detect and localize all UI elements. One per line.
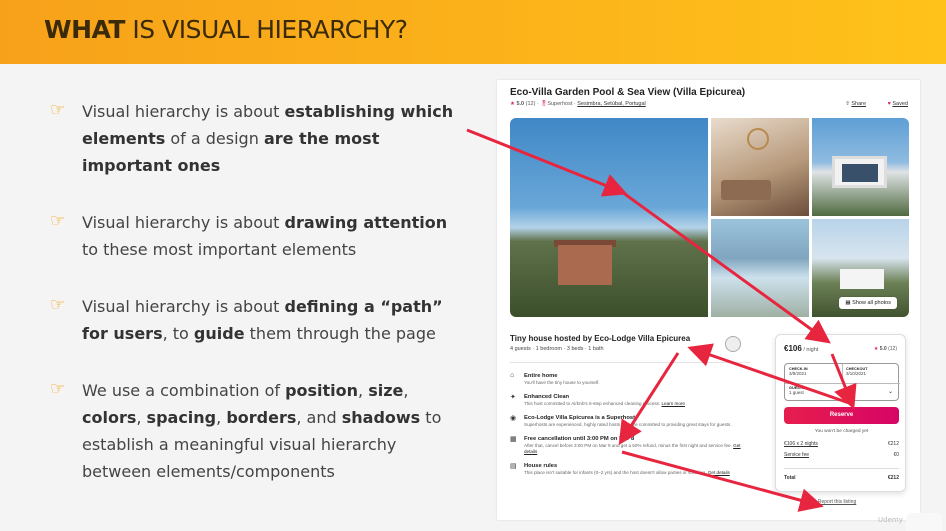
feature-item: ◉ Eco-Lodge Villa Epicurea is a Superhos… bbox=[510, 415, 732, 427]
bullet-text: Visual hierarchy is about defining a “pa… bbox=[82, 297, 443, 343]
booking-rating: ★ 5.0 (12) bbox=[873, 346, 897, 352]
calendar-icon: ▦ bbox=[510, 436, 517, 443]
listing-title: Eco-Villa Garden Pool & Sea View (Villa … bbox=[510, 87, 746, 98]
mirror-shape bbox=[747, 128, 769, 150]
show-all-photos-button[interactable]: ▦ Show all photos bbox=[839, 297, 897, 309]
feature-item: ⌂ Entire home You'll have the tiny house… bbox=[510, 372, 600, 385]
report-listing-link[interactable]: ⚑ Report this listing bbox=[812, 499, 856, 505]
title-banner: WHAT IS VISUAL HIERARCHY? bbox=[0, 0, 946, 64]
guests-field[interactable]: GUESTS 1 guest bbox=[789, 386, 805, 395]
bullet-text: Visual hierarchy is about drawing attent… bbox=[82, 213, 448, 259]
get-details-link[interactable]: Get details bbox=[708, 470, 730, 475]
house-shape bbox=[558, 245, 612, 285]
booking-card: €106 / night ★ 5.0 (12) CHECK-IN 3/8/2021… bbox=[775, 334, 906, 492]
feature-list: ⌂ Entire home You'll have the tiny house… bbox=[510, 372, 750, 483]
listing-subtitle: ★ 5.0 (12) · 🎖Superhost · Sesimbra, Setú… bbox=[510, 101, 646, 107]
pointing-hand-icon: ☞ bbox=[50, 295, 66, 315]
host-title: Tiny house hosted by Eco-Lodge Villa Epi… bbox=[510, 334, 691, 343]
nightly-price: €106 / night bbox=[784, 344, 819, 353]
main-photo[interactable] bbox=[510, 118, 708, 317]
bullet-item: ☞ Visual hierarchy is about establishing… bbox=[50, 98, 460, 179]
pointing-hand-icon: ☞ bbox=[50, 211, 66, 231]
star-icon: ★ bbox=[510, 101, 515, 107]
bullet-item: ☞ Visual hierarchy is about defining a “… bbox=[50, 293, 460, 347]
pool-photo[interactable] bbox=[711, 219, 809, 317]
sofa-shape bbox=[721, 180, 771, 200]
pointing-hand-icon: ☞ bbox=[50, 100, 66, 120]
checkout-field[interactable]: CHECKOUT 3/10/2021 bbox=[846, 367, 868, 376]
heart-icon: ♥ bbox=[887, 101, 891, 107]
sparkle-icon: ✦ bbox=[510, 394, 516, 401]
host-avatar[interactable] bbox=[725, 336, 741, 352]
watermark-box bbox=[906, 513, 942, 531]
medal-icon: ◉ bbox=[510, 415, 517, 422]
photo-gallery[interactable]: ▦ Show all photos bbox=[510, 118, 909, 317]
bullet-list: ☞ Visual hierarchy is about establishing… bbox=[50, 98, 460, 515]
reserve-button[interactable]: Reserve bbox=[784, 407, 899, 424]
divider bbox=[510, 362, 750, 363]
share-button[interactable]: ⇧ Share bbox=[845, 101, 866, 107]
slide-title: WHAT IS VISUAL HIERARCHY? bbox=[44, 15, 408, 44]
home-icon: ⌂ bbox=[510, 372, 515, 379]
bullet-item: ☞ We use a combination of position, size… bbox=[50, 377, 460, 485]
rules-icon: ▤ bbox=[510, 463, 517, 470]
saved-button[interactable]: ♥ Saved bbox=[878, 101, 908, 107]
bullet-item: ☞ Visual hierarchy is about drawing atte… bbox=[50, 209, 460, 263]
listing-actions: ⇧ Share ♥ Saved bbox=[835, 101, 908, 107]
villa-shape bbox=[840, 269, 884, 289]
star-icon: ★ bbox=[873, 346, 879, 352]
total-row: Total €212 bbox=[784, 475, 899, 481]
charge-note: You won't be charged yet bbox=[814, 429, 869, 434]
learn-more-link[interactable]: Learn more bbox=[662, 401, 686, 406]
fee-row: Service fee €0 bbox=[784, 452, 899, 458]
host-meta: 4 guests · 1 bedroom · 3 beds · 1 bath bbox=[510, 346, 604, 352]
watermark-text: Udemy bbox=[878, 516, 903, 524]
feature-item: ▤ House rules This place isn't suitable … bbox=[510, 463, 730, 475]
feature-item: ✦ Enhanced Clean This host committed to … bbox=[510, 394, 686, 406]
landscape-photo[interactable]: ▦ Show all photos bbox=[812, 219, 909, 317]
bullet-text: Visual hierarchy is about establishing w… bbox=[82, 102, 454, 175]
divider bbox=[785, 383, 900, 384]
window-shape bbox=[842, 164, 878, 182]
divider bbox=[784, 468, 899, 469]
exterior-photo[interactable] bbox=[812, 118, 909, 216]
pointing-hand-icon: ☞ bbox=[50, 379, 66, 399]
feature-item: ▦ Free cancellation until 3:00 PM on Mar… bbox=[510, 436, 741, 454]
flag-icon: ⚑ bbox=[812, 499, 817, 505]
airbnb-listing-screenshot: Eco-Villa Garden Pool & Sea View (Villa … bbox=[497, 80, 920, 520]
date-guest-picker[interactable]: CHECK-IN 3/8/2021 CHECKOUT 3/10/2021 GUEST… bbox=[784, 363, 900, 401]
bullet-text: We use a combination of position, size, … bbox=[82, 381, 442, 481]
checkin-field[interactable]: CHECK-IN 3/8/2021 bbox=[789, 367, 808, 376]
divider bbox=[842, 364, 843, 383]
location-link[interactable]: Sesimbra, Setúbal, Portugal bbox=[577, 101, 645, 107]
chevron-down-icon[interactable]: ⌄ bbox=[888, 388, 893, 395]
interior-photo[interactable] bbox=[711, 118, 809, 216]
price-row: €106 x 2 nights €212 bbox=[784, 441, 899, 447]
